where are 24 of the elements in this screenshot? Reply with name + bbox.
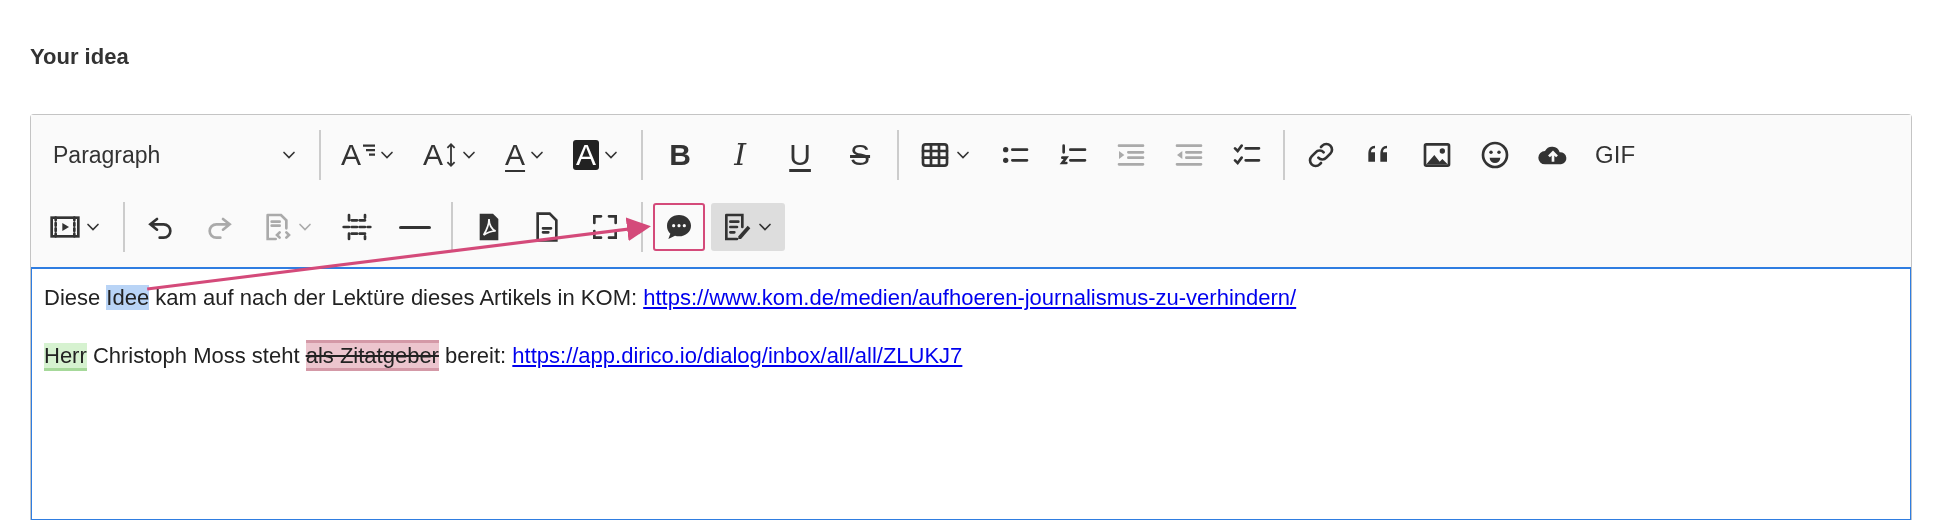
inserted-text: Herr xyxy=(44,343,87,371)
lines-icon xyxy=(363,144,375,156)
background-color-button[interactable]: A xyxy=(563,132,632,178)
paragraph-text: Diese Idee kam auf nach der Lektüre dieses Artikels in KOM: https://www.kom.de/medien/aufhoeren-journalismus-zu-verhindern/ xyxy=(44,284,1298,312)
font-color-button[interactable]: A xyxy=(495,132,558,178)
horizontal-line-icon xyxy=(399,224,431,230)
paragraph-text: Herr Christoph Moss steht als Zitatgeber bereit: https://app.dirico.io/dialog/inbox/all/all/ZLUKJ7 xyxy=(44,339,1898,373)
paragraph-style-dropdown[interactable]: Paragraph xyxy=(39,135,309,175)
font-size-button[interactable]: A xyxy=(331,132,407,178)
edit-document-button[interactable] xyxy=(711,203,785,251)
strikethrough-button[interactable]: S xyxy=(833,132,888,178)
speech-bubble-button[interactable] xyxy=(653,203,705,251)
underline-button[interactable]: U xyxy=(773,132,828,178)
italic-button[interactable]: I xyxy=(713,132,768,178)
bold-button[interactable]: B xyxy=(653,132,708,178)
editor-content[interactable] xyxy=(31,269,1911,520)
page-break-icon xyxy=(341,211,373,243)
highlighted-word: Idee xyxy=(106,285,150,310)
gif-button[interactable]: GIF xyxy=(1585,135,1646,175)
field-label: Your idea xyxy=(30,46,130,68)
link[interactable]: https://www.kom.de/medien/aufhoeren-journalismus-zu-verhindern/ xyxy=(643,285,1297,310)
link[interactable]: https://app.dirico.io/dialog/inbox/all/all/ZLUKJ7 xyxy=(512,343,963,368)
deleted-text: als Zitatgeber xyxy=(305,340,439,371)
line-height-button[interactable]: A xyxy=(413,131,490,179)
